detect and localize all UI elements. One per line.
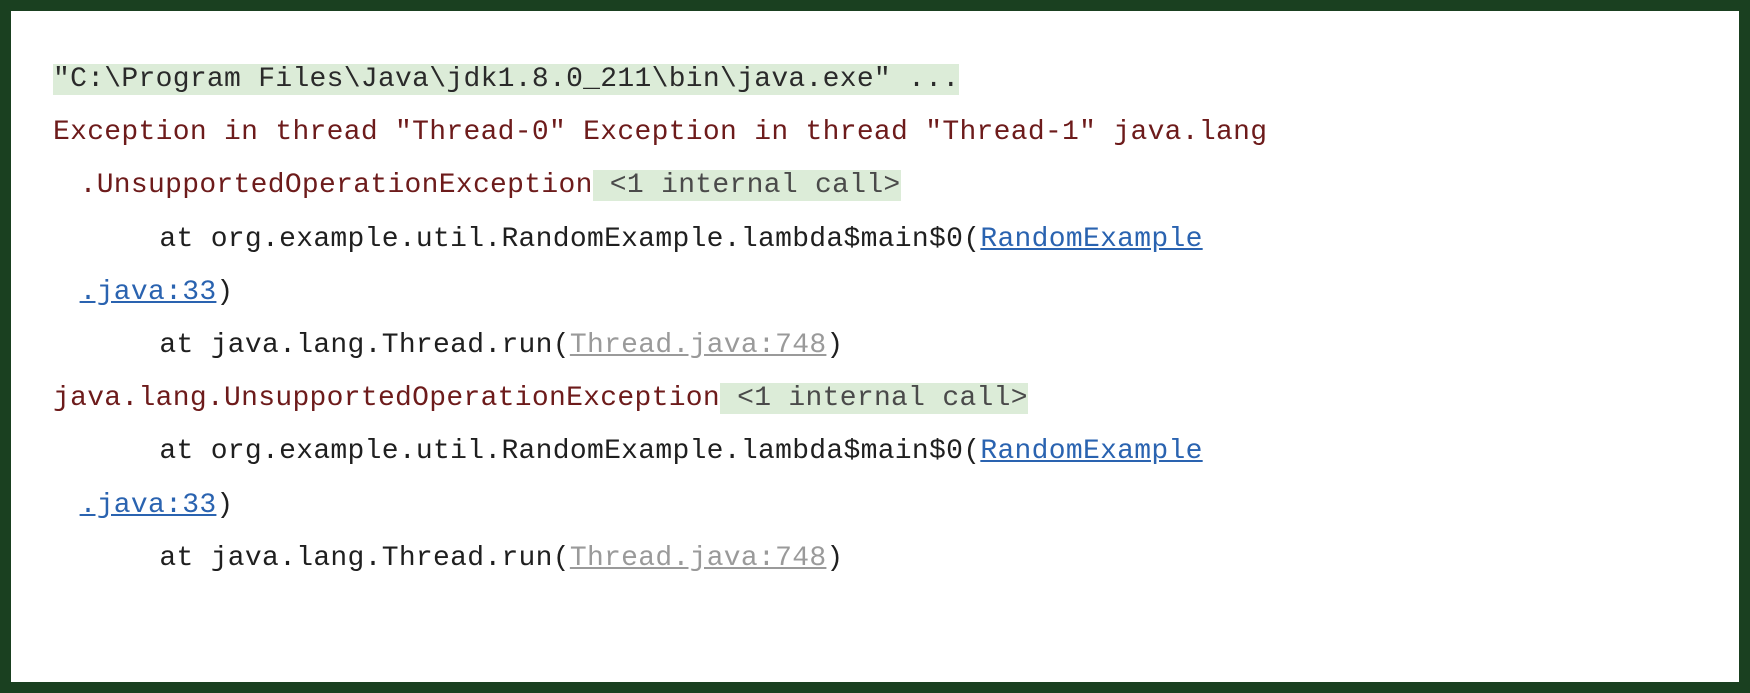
stack-method-3: org.example.util.RandomExample.lambda$ma… xyxy=(211,436,964,467)
exception-line-2: .UnsupportedOperationException <1 intern… xyxy=(53,159,1697,212)
command-line: "C:\Program Files\Java\jdk1.8.0_211\bin\… xyxy=(53,53,1697,106)
folded-internal-call-2[interactable]: <1 internal call> xyxy=(720,383,1028,414)
stack-frame-4: at java.lang.Thread.run(Thread.java:748) xyxy=(53,532,1697,585)
source-link-3a[interactable]: RandomExample xyxy=(980,436,1202,467)
at-keyword: at xyxy=(159,224,210,255)
paren-close-3: ) xyxy=(216,490,233,521)
second-exception-class: java.lang.UnsupportedOperationException xyxy=(53,383,720,414)
java-command: "C:\Program Files\Java\jdk1.8.0_211\bin\… xyxy=(53,64,959,95)
paren-close-2: ) xyxy=(826,330,843,361)
stack-method-2: java.lang.Thread.run xyxy=(211,330,553,361)
paren-open-4: ( xyxy=(553,543,570,574)
console-output: "C:\Program Files\Java\jdk1.8.0_211\bin\… xyxy=(53,53,1697,585)
stack-frame-3-line-a: at org.example.util.RandomExample.lambda… xyxy=(53,425,1697,478)
console-output-panel: "C:\Program Files\Java\jdk1.8.0_211\bin\… xyxy=(10,10,1740,683)
at-keyword-3: at xyxy=(159,436,210,467)
source-link-1b[interactable]: .java:33 xyxy=(80,277,217,308)
stack-frame-1-line-b: .java:33) xyxy=(53,266,1697,319)
at-keyword-2: at xyxy=(159,330,210,361)
source-link-4[interactable]: Thread.java:748 xyxy=(570,543,827,574)
paren-close: ) xyxy=(216,277,233,308)
source-link-1a[interactable]: RandomExample xyxy=(980,224,1202,255)
exception-class: .UnsupportedOperationException xyxy=(80,170,593,201)
stack-frame-1-line-a: at org.example.util.RandomExample.lambda… xyxy=(53,213,1697,266)
paren-open-3: ( xyxy=(963,436,980,467)
source-link-3b[interactable]: .java:33 xyxy=(80,490,217,521)
source-link-2[interactable]: Thread.java:748 xyxy=(570,330,827,361)
at-keyword-4: at xyxy=(159,543,210,574)
stack-method-4: java.lang.Thread.run xyxy=(211,543,553,574)
stack-frame-2: at java.lang.Thread.run(Thread.java:748) xyxy=(53,319,1697,372)
folded-internal-call[interactable]: <1 internal call> xyxy=(593,170,901,201)
exception-line-3: java.lang.UnsupportedOperationException … xyxy=(53,372,1697,425)
stack-method-1: org.example.util.RandomExample.lambda$ma… xyxy=(211,224,964,255)
paren-close-4: ) xyxy=(826,543,843,574)
paren-open: ( xyxy=(963,224,980,255)
paren-open-2: ( xyxy=(553,330,570,361)
exception-line-1: Exception in thread "Thread-0" Exception… xyxy=(53,106,1697,159)
stack-frame-3-line-b: .java:33) xyxy=(53,479,1697,532)
